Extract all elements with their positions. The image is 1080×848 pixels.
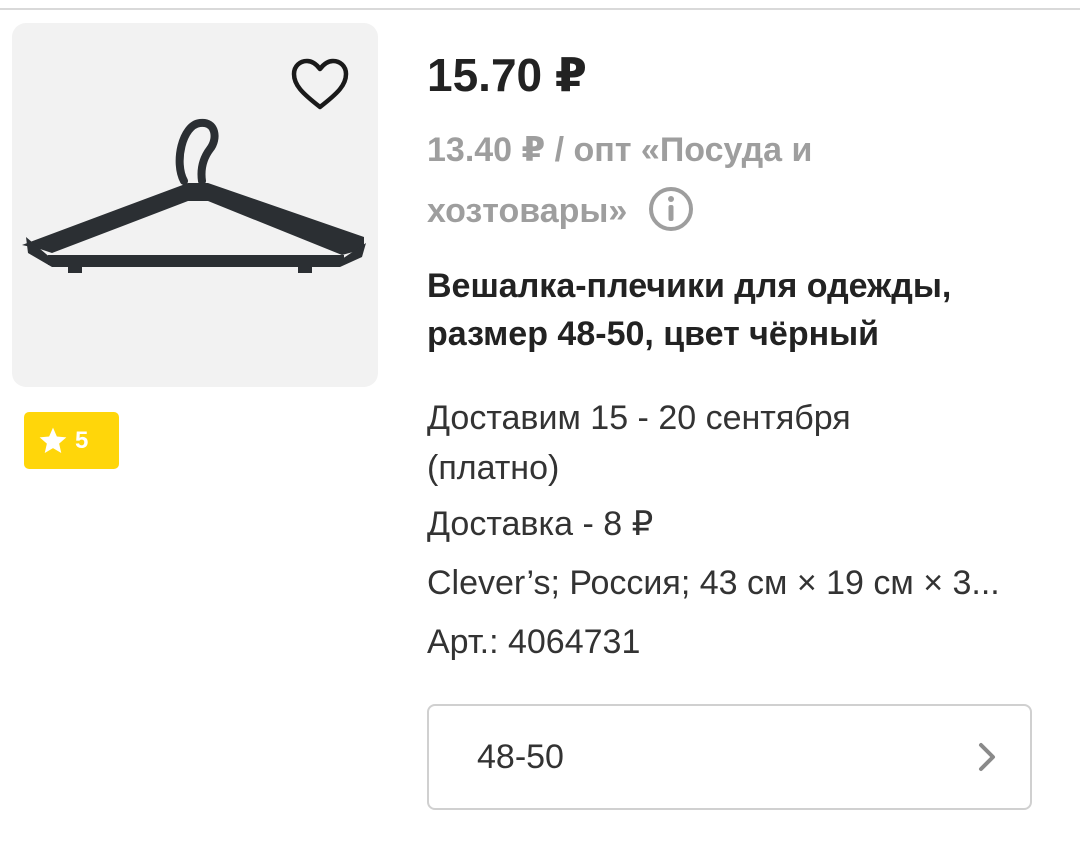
star-icon [39,427,67,453]
heart-outline-icon[interactable] [290,57,350,113]
size-value: 48-50 [477,737,564,776]
price: 15.70 ₽ [427,49,587,101]
delivery-cost: Доставка - 8 ₽ [427,505,654,543]
product-specs: Clever’s; Россия; 43 см × 19 см × 3... [427,564,1000,602]
wholesale-price: 13.40 ₽ / опт «Посуда и хозтовары» [427,120,907,242]
rating-value: 5 [75,426,89,454]
article-number: Арт.: 4064731 [427,623,641,661]
chevron-right-icon [979,743,995,771]
wholesale-text: 13.40 ₽ / опт «Посуда и хозтовары» [427,131,813,230]
product-title: Вешалка-плечики для одежды, размер 48-50… [427,267,952,353]
rating-badge: 5 [24,412,119,469]
delivery-date: Доставим 15 - 20 сентября (платно) [427,399,851,487]
info-circle-icon[interactable] [647,185,695,233]
top-divider [0,8,1080,10]
size-selector[interactable]: 48-50 [427,704,1032,810]
